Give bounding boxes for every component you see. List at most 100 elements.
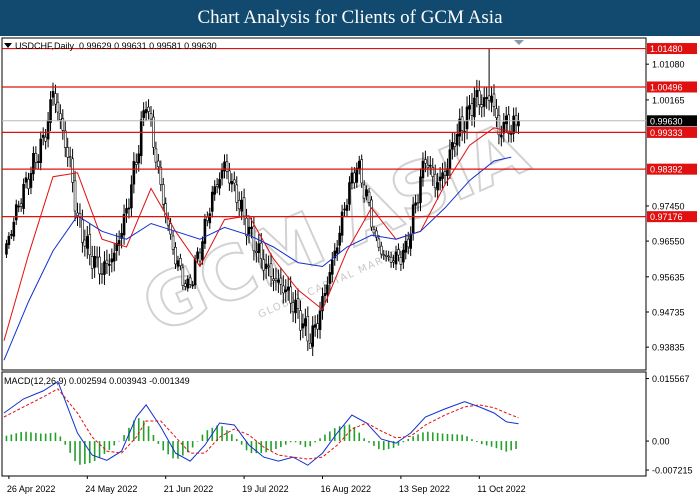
macd-histogram-bar — [510, 441, 512, 451]
macd-histogram-bar — [231, 434, 233, 442]
macd-histogram-bar — [402, 441, 405, 443]
candle-body — [112, 252, 116, 262]
candle-body — [264, 263, 268, 269]
macd-y-tick-label-1: 0.00 — [652, 437, 670, 447]
macd-histogram-bar — [15, 433, 18, 442]
shift-marker-icon[interactable] — [514, 40, 524, 45]
candle-body — [233, 179, 236, 184]
candle-body — [220, 170, 224, 179]
x-tick-label-0: 26 Apr 2022 — [7, 484, 56, 494]
candle-body — [51, 91, 55, 98]
candle-body — [512, 115, 515, 134]
candle-body — [191, 284, 194, 287]
candle-body — [267, 265, 270, 268]
candle-body — [27, 178, 30, 189]
macd-histogram-bar — [461, 434, 463, 442]
candle-body — [159, 166, 163, 185]
y-tick-label-6: 0.93835 — [652, 343, 685, 353]
macd-panel-border — [1, 371, 647, 477]
macd-histogram-bar — [44, 433, 47, 442]
candle-body — [284, 289, 288, 293]
x-tick-label-2: 21 Jun 2022 — [164, 484, 214, 494]
candle-body — [218, 179, 221, 189]
candle-body — [433, 173, 437, 189]
candle-body — [174, 246, 177, 265]
macd-histogram-bar — [466, 436, 468, 442]
candle-body — [105, 259, 109, 264]
candle-body — [24, 177, 28, 183]
macd-histogram-bar — [500, 441, 503, 450]
candle-body — [470, 103, 474, 116]
candle-body — [365, 189, 368, 197]
candle-body — [100, 273, 104, 275]
candle-body — [10, 234, 13, 236]
candle-body — [95, 256, 99, 259]
candle-body — [482, 97, 486, 107]
macd-histogram-bar — [137, 418, 140, 442]
candle-body — [409, 233, 413, 249]
candle-body — [184, 283, 187, 287]
macd-histogram-bar — [412, 436, 414, 442]
collapse-triangle-icon[interactable] — [4, 43, 12, 48]
candle-body — [323, 292, 327, 297]
candle-body — [193, 258, 197, 286]
candle-body — [181, 267, 185, 286]
candle-body — [59, 113, 62, 121]
candle-body — [406, 238, 410, 248]
candle-body — [441, 172, 444, 179]
candle-body — [257, 243, 261, 253]
candle-body — [139, 119, 143, 157]
candle-body — [495, 108, 498, 118]
macd-histogram-bar — [284, 441, 287, 445]
candle-body — [350, 172, 354, 184]
macd-histogram-bar — [98, 441, 101, 458]
macd-histogram-bar — [343, 425, 346, 442]
candle-body — [367, 191, 371, 203]
candle-body — [477, 90, 481, 105]
candle-body — [259, 242, 263, 259]
macd-histogram-bar — [157, 441, 160, 444]
candle-body — [397, 249, 400, 256]
candle-body — [485, 97, 488, 99]
candle-body — [394, 251, 398, 265]
candle-body — [362, 184, 366, 199]
current-price-label: 0.99630 — [650, 116, 683, 126]
macd-histogram-bar — [270, 441, 272, 451]
macd-histogram-bar — [113, 441, 116, 446]
candle-body — [424, 159, 427, 164]
candle-body — [255, 251, 258, 253]
candle-body — [29, 173, 33, 188]
candle-body — [86, 236, 89, 249]
candle-body — [46, 119, 50, 140]
macd-histogram-bar — [314, 441, 316, 443]
macd-histogram-bar — [446, 433, 449, 442]
candle-body — [176, 260, 180, 267]
candle-body — [330, 259, 334, 275]
candle-body — [502, 121, 506, 134]
candle-body — [7, 235, 11, 246]
symbol-name: USDCHF,Daily — [15, 41, 75, 51]
candle-body — [73, 180, 77, 212]
macd-histogram-bar — [235, 439, 238, 442]
candle-body — [353, 172, 356, 184]
candle-body — [272, 278, 275, 281]
macd-histogram-bar — [30, 432, 32, 442]
x-tick-label-5: 13 Sep 2022 — [399, 484, 450, 494]
candle-body — [304, 318, 307, 327]
macd-histogram-bar — [333, 428, 336, 442]
macd-histogram-bar — [260, 441, 263, 454]
macd-histogram-bar — [10, 434, 13, 442]
candle-body — [328, 272, 332, 284]
candle-body — [451, 141, 454, 150]
candle-body — [240, 199, 243, 212]
candle-body — [225, 161, 229, 172]
macd-histogram-bar — [79, 441, 81, 465]
candle-body — [473, 97, 476, 118]
candle-body — [372, 228, 376, 234]
chart-canvas[interactable]: GCM ASIAGLOBAL CAPITAL MARKETS1.014801.0… — [0, 36, 700, 500]
y-tick-label-1: 1.00165 — [652, 95, 685, 105]
candle-body — [355, 167, 359, 183]
y-tick-label-5: 0.94735 — [652, 307, 685, 317]
candle-body — [436, 182, 439, 191]
candle-body — [379, 245, 383, 255]
